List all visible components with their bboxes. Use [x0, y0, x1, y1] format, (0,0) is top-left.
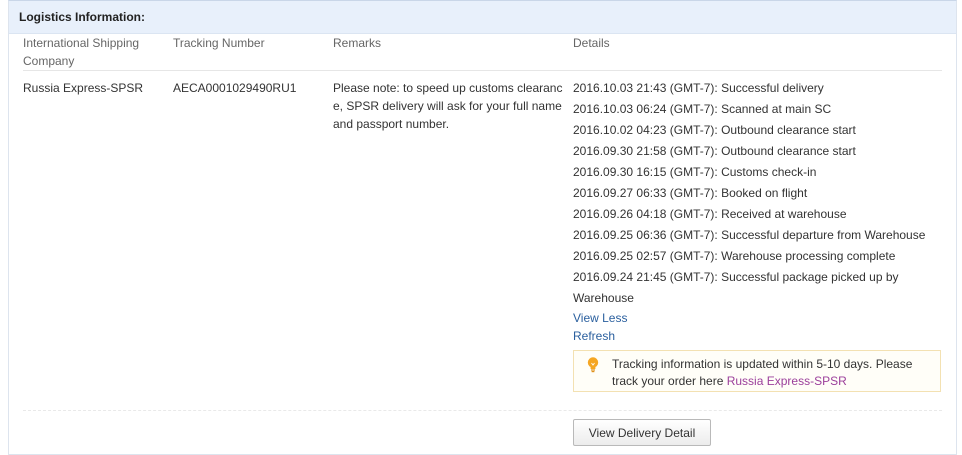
tracking-event: 2016.10.02 04:23 (GMT-7): Outbound clear… [573, 123, 856, 137]
carrier-link[interactable]: Russia Express-SPSR [727, 374, 847, 388]
refresh-link[interactable]: Refresh [573, 327, 933, 345]
shipping-company: Russia Express-SPSR [23, 81, 144, 95]
details-column: 2016.10.03 21:43 (GMT-7): Successful del… [573, 78, 933, 345]
view-delivery-detail-button[interactable]: View Delivery Detail [573, 419, 711, 446]
tracking-event: 2016.09.25 06:36 (GMT-7): Successful dep… [573, 228, 926, 242]
remarks-text: Please note: to speed up customs clearan… [333, 81, 563, 131]
column-header-tracking: Tracking Number [173, 36, 265, 50]
tracking-event: 2016.10.03 06:24 (GMT-7): Scanned at mai… [573, 102, 832, 116]
tracking-event: 2016.10.03 21:43 (GMT-7): Successful del… [573, 81, 824, 95]
tracking-event: 2016.09.30 21:58 (GMT-7): Outbound clear… [573, 144, 856, 158]
tracking-events: 2016.10.03 21:43 (GMT-7): Successful del… [573, 78, 933, 309]
tracking-event: 2016.09.26 04:18 (GMT-7): Received at wa… [573, 207, 847, 221]
tracking-event: 2016.09.27 06:33 (GMT-7): Booked on flig… [573, 186, 808, 200]
logistics-table: International Shipping Company Tracking … [9, 34, 956, 454]
tracking-notice: Tracking information is updated within 5… [573, 350, 941, 392]
column-header-company: International Shipping Company [23, 36, 140, 68]
panel-title: Logistics Information: [9, 1, 956, 34]
tracking-number: AECA0001029490RU1 [173, 81, 297, 95]
column-header-remarks: Remarks [333, 36, 382, 50]
tracking-event: 2016.09.24 21:45 (GMT-7): Successful pac… [573, 270, 899, 305]
column-header-details: Details [573, 36, 610, 50]
tracking-event: 2016.09.25 02:57 (GMT-7): Warehouse proc… [573, 249, 896, 263]
logistics-panel: Logistics Information: International Shi… [8, 0, 957, 455]
lightbulb-icon [587, 357, 599, 373]
footer-divider [23, 410, 942, 411]
view-less-link[interactable]: View Less [573, 309, 933, 327]
tracking-event: 2016.09.30 16:15 (GMT-7): Customs check-… [573, 165, 817, 179]
header-divider [23, 70, 942, 71]
